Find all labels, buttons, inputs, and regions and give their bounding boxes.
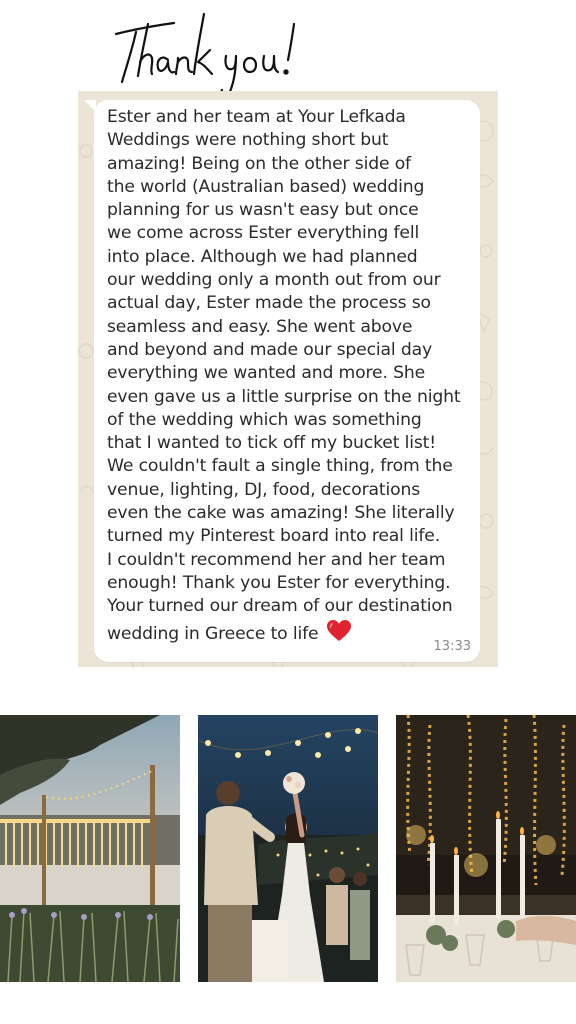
message-line: turned my Pinterest board into real life… — [107, 526, 441, 547]
message-line: enough! Thank you Ester for everything. — [107, 572, 451, 593]
string-lights-table-photo — [396, 715, 576, 982]
outdoor-lights-venue-photo — [0, 715, 180, 982]
message-line: and beyond and made our special day — [107, 339, 432, 360]
message-line: even gave us a little surprise on the ni… — [107, 386, 461, 407]
thank-you-script-heading — [112, 10, 302, 102]
message-line-last-text: wedding in Greece to life — [107, 623, 319, 644]
message-line: even the cake was amazing! She literally — [107, 503, 455, 524]
message-line: Ester and her team at Your Lefkada — [107, 107, 406, 127]
message-line: Your turned our dream of our destination — [107, 596, 453, 617]
message-text: Ester and her team at Your Lefkada Weddi… — [107, 106, 467, 646]
message-line: I couldn't recommend her and her team — [107, 549, 446, 570]
message-line: actual day, Ester made the process so — [107, 293, 431, 314]
message-line: Weddings were nothing short but — [107, 130, 389, 151]
message-line: our wedding only a month out from our — [107, 270, 441, 291]
message-line: everything we wanted and more. She — [107, 363, 426, 384]
message-line: venue, lighting, DJ, food, decorations — [107, 479, 421, 500]
message-line: into place. Although we had planned — [107, 246, 418, 267]
message-timestamp: 13:33 — [433, 639, 471, 654]
message-line: planning for us wasn't easy but once — [107, 200, 419, 221]
message-line: seamless and easy. She went above — [107, 316, 413, 337]
message-line: amazing! Being on the other side of — [107, 153, 411, 174]
message-line: that I wanted to tick off my bucket list… — [107, 433, 436, 454]
message-line: the world (Australian based) wedding — [107, 176, 425, 197]
message-line: We couldn't fault a single thing, from t… — [107, 456, 453, 477]
heart-emoji-icon — [326, 619, 352, 643]
message-line: of the wedding which was something — [107, 409, 422, 430]
bride-bouquet-toss-photo — [198, 715, 378, 982]
message-line: we come across Ester everything fell — [107, 223, 420, 244]
message-line-last: wedding in Greece to life — [107, 619, 467, 646]
